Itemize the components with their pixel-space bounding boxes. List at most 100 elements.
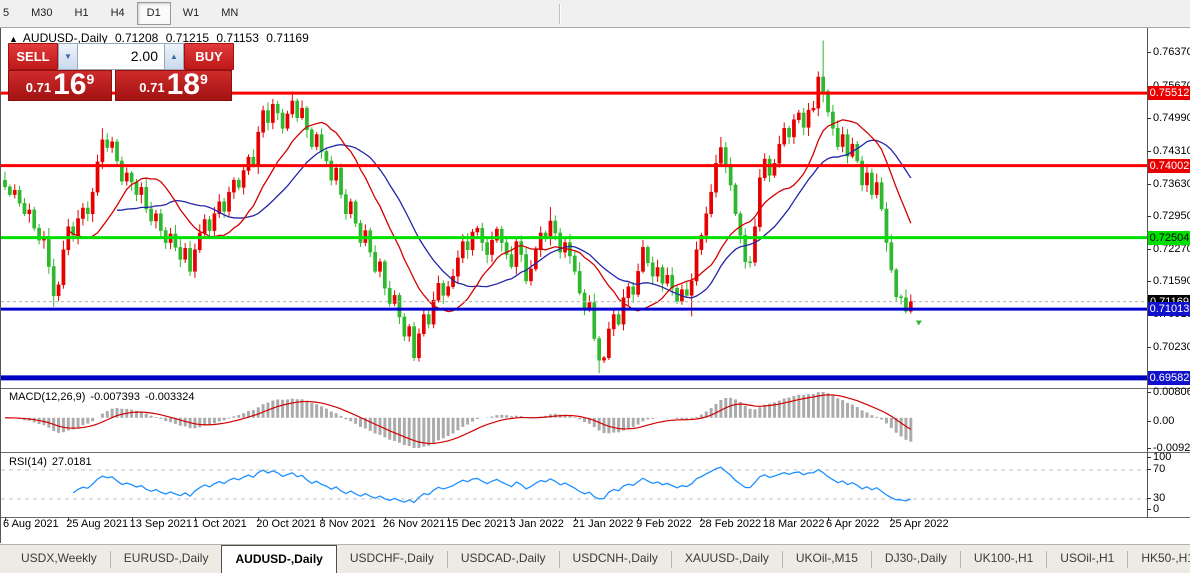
price-tick-label: 0.72950 — [1153, 210, 1190, 223]
one-click-trading-panel: SELL ▼ 2.00 ▲ BUY 0.71 16 9 0.71 18 9 — [8, 43, 234, 127]
macd-name: MACD(12,26,9) — [9, 391, 86, 403]
price-level-lines — [1, 91, 1147, 381]
macd-axis-label: 0.008061 — [1153, 386, 1190, 398]
tab-uk100-h1[interactable]: UK100-,H1 — [961, 545, 1046, 573]
date-label: 8 Nov 2021 — [319, 518, 376, 530]
price-tick-dash — [1147, 346, 1151, 348]
trading-terminal-window: 5 M30 H1 H4 D1 W1 MN ▲ AUDUSD-,Daily 0.71208 0.… — [0, 0, 1190, 573]
price-tick-dash — [1147, 118, 1151, 120]
tab-usdx-weekly[interactable]: USDX,Weekly — [8, 545, 110, 573]
sell-price-big: 16 — [53, 68, 87, 101]
date-label: 25 Aug 2021 — [66, 518, 129, 530]
rsi-tick-dash — [1147, 469, 1151, 470]
main-macd-divider — [1, 388, 1190, 389]
rsi-axis-label: 0 — [1153, 503, 1160, 515]
price-tick-label: 0.73630 — [1153, 177, 1190, 190]
timeframe-m30[interactable]: M30 — [21, 2, 62, 25]
date-label: 21 Jan 2022 — [572, 518, 634, 530]
tab-ukoil-m15[interactable]: UKOil-,M15 — [783, 545, 871, 573]
price-badge: 0.75512 — [1148, 86, 1190, 101]
rsi-axis-label: 70 — [1153, 463, 1166, 475]
tab-usoil-h1[interactable]: USOil-,H1 — [1047, 545, 1127, 573]
price-tick-label: 0.72270 — [1153, 242, 1190, 255]
rsi-tick-dash — [1147, 457, 1151, 458]
last-price-arrow-icon — [915, 320, 922, 326]
price-tick-dash — [1147, 150, 1151, 152]
price-tick-dash — [1147, 281, 1151, 283]
macd-main-value: -0.007393 — [90, 391, 140, 403]
rsi-name: RSI(14) — [9, 456, 47, 468]
date-label: 3 Jan 2022 — [509, 518, 564, 530]
price-badge: 0.69582 — [1148, 370, 1190, 385]
tab-hk50-h1[interactable]: HK50-,H1 — [1128, 545, 1190, 573]
date-label: 20 Oct 2021 — [256, 518, 317, 530]
timeframe-mn[interactable]: MN — [211, 2, 248, 25]
price-badge: 0.74002 — [1148, 158, 1190, 173]
price-tick-label: 0.74310 — [1153, 144, 1190, 157]
moving-averages — [67, 119, 912, 313]
price-tick-dash — [1147, 216, 1151, 218]
volume-input[interactable]: 2.00 — [78, 44, 164, 69]
date-label: 26 Nov 2021 — [382, 518, 446, 530]
tab-xauusd-daily[interactable]: XAUUSD-,Daily — [672, 545, 782, 573]
price-tick-dash — [1147, 248, 1151, 250]
tab-audusd-daily[interactable]: AUDUSD-,Daily — [221, 545, 337, 573]
sell-price-pip: 9 — [86, 71, 95, 87]
macd-axis-label: 0.00 — [1153, 415, 1175, 427]
timeframe-d1[interactable]: D1 — [136, 2, 171, 25]
volume-stepper: ▼ 2.00 ▲ — [58, 43, 184, 70]
price-tick-label: 0.76370 — [1153, 46, 1190, 58]
macd-tick-dash — [1147, 421, 1151, 422]
price-tick-dash — [1147, 183, 1151, 185]
timeframe-toolbar: 5 M30 H1 H4 D1 W1 MN — [0, 0, 1190, 28]
date-label: 1 Oct 2021 — [192, 518, 247, 530]
date-label: 18 Mar 2022 — [762, 518, 825, 530]
date-label: 9 Feb 2022 — [636, 518, 692, 530]
price-tick-label: 0.74990 — [1153, 112, 1190, 125]
price-badge: 0.72504 — [1148, 230, 1190, 245]
timeframe-w1[interactable]: W1 — [173, 2, 210, 25]
macd-signal-value: -0.003324 — [144, 391, 195, 403]
macd-rsi-divider — [1, 452, 1190, 453]
sell-price-tile[interactable]: 0.71 16 9 — [8, 70, 112, 101]
price-tick-dash — [1147, 52, 1151, 53]
timeframe-5[interactable]: 5 — [0, 2, 19, 25]
sell-price-prefix: 0.71 — [25, 80, 52, 95]
price-axis-separator — [1147, 28, 1148, 518]
rsi-chart[interactable] — [1, 453, 1147, 517]
sell-button[interactable]: SELL — [8, 43, 58, 70]
buy-price-tile[interactable]: 0.71 18 9 — [115, 70, 232, 101]
tab-usdchf-daily[interactable]: USDCHF-,Daily — [337, 545, 447, 573]
chart-tab-bar: USDX,Weekly EURUSD-,Daily AUDUSD-,Daily USD… — [0, 544, 1190, 573]
timeframe-buttons: 5 M30 H1 H4 D1 W1 MN — [0, 2, 249, 25]
date-label: 15 Dec 2021 — [446, 518, 509, 530]
timeframe-h4[interactable]: H4 — [101, 2, 135, 25]
rsi-label: RSI(14) 27.0181 — [9, 456, 97, 468]
date-label: 25 Apr 2022 — [889, 518, 949, 530]
rsi-tick-dash — [1147, 498, 1151, 499]
chart-tabs: USDX,Weekly EURUSD-,Daily AUDUSD-,Daily USD… — [8, 545, 1190, 573]
price-tick-label: 0.71590 — [1153, 275, 1190, 288]
chart-area: ▲ AUDUSD-,Daily 0.71208 0.71215 0.71153 0… — [0, 28, 1190, 543]
tab-usdcnh-daily[interactable]: USDCNH-,Daily — [560, 545, 671, 573]
date-label: 28 Feb 2022 — [699, 518, 762, 530]
timeframe-h1[interactable]: H1 — [65, 2, 99, 25]
tab-dj30-daily[interactable]: DJ30-,Daily — [872, 545, 960, 573]
buy-price-big: 18 — [166, 68, 200, 101]
date-label: 6 Aug 2021 — [3, 518, 59, 530]
date-label: 6 Apr 2022 — [826, 518, 880, 530]
rsi-tick-dash — [1147, 509, 1151, 510]
macd-label: MACD(12,26,9) -0.007393 -0.003324 — [9, 391, 200, 403]
buy-price-pip: 9 — [199, 71, 208, 87]
tab-eurusd-daily[interactable]: EURUSD-,Daily — [111, 545, 222, 573]
macd-tick-dash — [1147, 392, 1151, 393]
buy-button[interactable]: BUY — [184, 43, 234, 70]
volume-increase-icon[interactable]: ▲ — [164, 44, 183, 69]
rsi-axis-label: 100 — [1153, 451, 1172, 463]
price-tick-label: 0.70230 — [1153, 340, 1190, 353]
ohlc-close: 0.71169 — [266, 31, 309, 45]
tab-usdcad-daily[interactable]: USDCAD-,Daily — [448, 545, 559, 573]
macd-tick-dash — [1147, 448, 1151, 449]
toolbar-separator — [559, 3, 562, 24]
volume-decrease-icon[interactable]: ▼ — [59, 44, 78, 69]
